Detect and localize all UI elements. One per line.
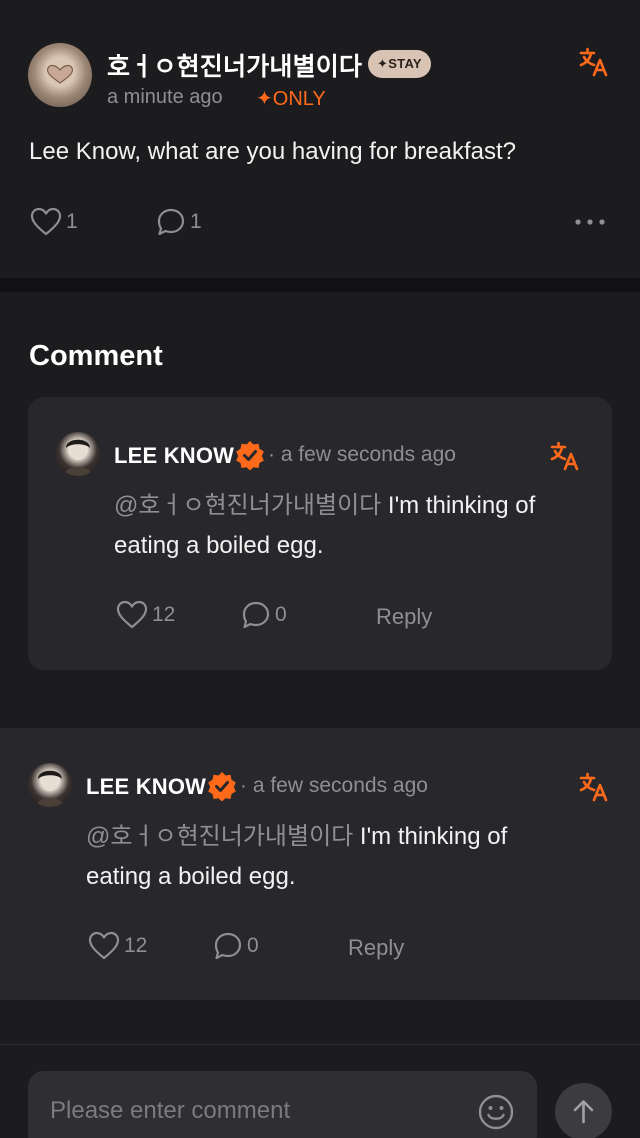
comment-icon	[214, 932, 242, 960]
comment-author[interactable]: LEE KNOW	[86, 774, 206, 800]
emoji-icon[interactable]	[477, 1093, 515, 1131]
like-button[interactable]: 1	[30, 207, 78, 237]
like-button[interactable]: 12	[116, 600, 175, 630]
verified-icon	[208, 772, 236, 801]
comment-time: · a few seconds ago	[268, 443, 456, 466]
highlighted-comment[interactable]: LEE KNOW · a few seconds ago @호ㅓㅇ현진너가내별이…	[28, 397, 612, 670]
verified-icon	[236, 441, 264, 470]
translate-icon[interactable]	[578, 771, 610, 803]
more-icon[interactable]	[574, 212, 606, 232]
send-button[interactable]	[555, 1083, 612, 1138]
section-title: Comment	[29, 340, 163, 372]
like-count: 12	[152, 603, 176, 626]
comment-button[interactable]: 1	[156, 207, 202, 237]
avatar[interactable]	[28, 43, 92, 107]
comment-text: @호ㅓㅇ현진너가내별이다 I'm thinking of eating a bo…	[86, 817, 556, 897]
comment-button[interactable]: 0	[213, 931, 259, 961]
only-tag: ✦ONLY	[256, 88, 326, 110]
post: 호ㅓㅇ현진너가내별이다 ✦STAY a minute ago ✦ONLY Lee…	[0, 0, 640, 278]
comment-section: Comment LEE KNOW · a few seconds ago @호ㅓ…	[0, 292, 640, 728]
like-count: 12	[124, 934, 148, 957]
translate-icon[interactable]	[549, 440, 581, 472]
heart-icon	[30, 207, 62, 236]
comment-composer	[0, 1044, 640, 1138]
comment-button[interactable]: 0	[241, 600, 287, 630]
comment-input[interactable]	[50, 1093, 470, 1129]
avatar[interactable]	[28, 763, 72, 807]
comment-input-box[interactable]	[28, 1071, 537, 1138]
comment-count: 1	[190, 210, 202, 233]
avatar[interactable]	[56, 432, 100, 476]
heart-icon	[88, 931, 120, 960]
avatar-figure-icon	[36, 770, 64, 807]
heart-icon	[116, 600, 148, 629]
avatar-figure-icon	[64, 439, 92, 476]
like-button[interactable]: 12	[88, 931, 147, 961]
comment-count: 0	[275, 603, 287, 626]
post-text: Lee Know, what are you having for breakf…	[29, 138, 516, 165]
comment-row[interactable]: LEE KNOW · a few seconds ago @호ㅓㅇ현진너가내별이…	[0, 728, 640, 1000]
mention-link[interactable]: @호ㅓㅇ현진너가내별이다	[86, 823, 353, 850]
like-count: 1	[66, 210, 78, 233]
mention-link[interactable]: @호ㅓㅇ현진너가내별이다	[114, 492, 381, 519]
divider	[0, 278, 640, 292]
comment-count: 0	[247, 934, 259, 957]
comment-icon	[242, 601, 270, 629]
arrow-up-icon	[573, 1100, 594, 1124]
comment-text: @호ㅓㅇ현진너가내별이다 I'm thinking of eating a bo…	[114, 486, 584, 566]
comment-author[interactable]: LEE KNOW	[114, 443, 234, 469]
heart-hands-icon	[46, 64, 74, 84]
spacer	[0, 1000, 640, 1044]
reply-button[interactable]: Reply	[348, 935, 404, 961]
reply-button[interactable]: Reply	[376, 604, 432, 630]
comment-time: · a few seconds ago	[240, 774, 428, 797]
stay-badge: ✦STAY	[368, 50, 431, 78]
comment-icon	[157, 208, 185, 236]
post-time: a minute ago	[107, 86, 223, 108]
translate-icon[interactable]	[578, 46, 610, 78]
post-author[interactable]: 호ㅓㅇ현진너가내별이다	[107, 47, 362, 83]
